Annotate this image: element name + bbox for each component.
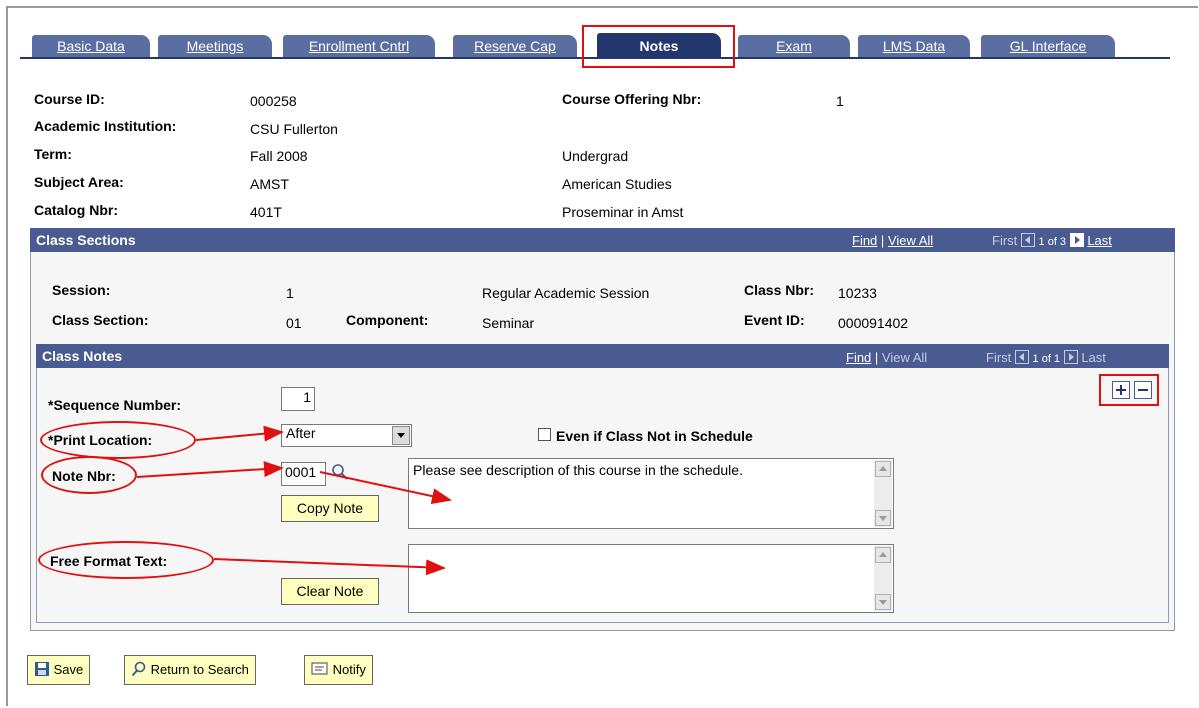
annotation-arrows [136,425,452,576]
save-disk-icon [35,662,49,676]
notify-icon [311,662,328,675]
arrow-print-location [195,425,284,442]
arrow-free-format [213,558,446,576]
search-icon [131,661,146,677]
arrow-note-text [319,471,452,505]
save-button[interactable]: Save [27,655,91,685]
return-to-search-label: Return to Search [150,662,249,677]
save-label: Save [53,662,84,677]
arrow-note-nbr [136,461,284,478]
notify-button[interactable]: Notify [304,655,373,685]
return-to-search-button[interactable]: Return to Search [124,655,256,685]
notify-label: Notify [332,662,366,677]
